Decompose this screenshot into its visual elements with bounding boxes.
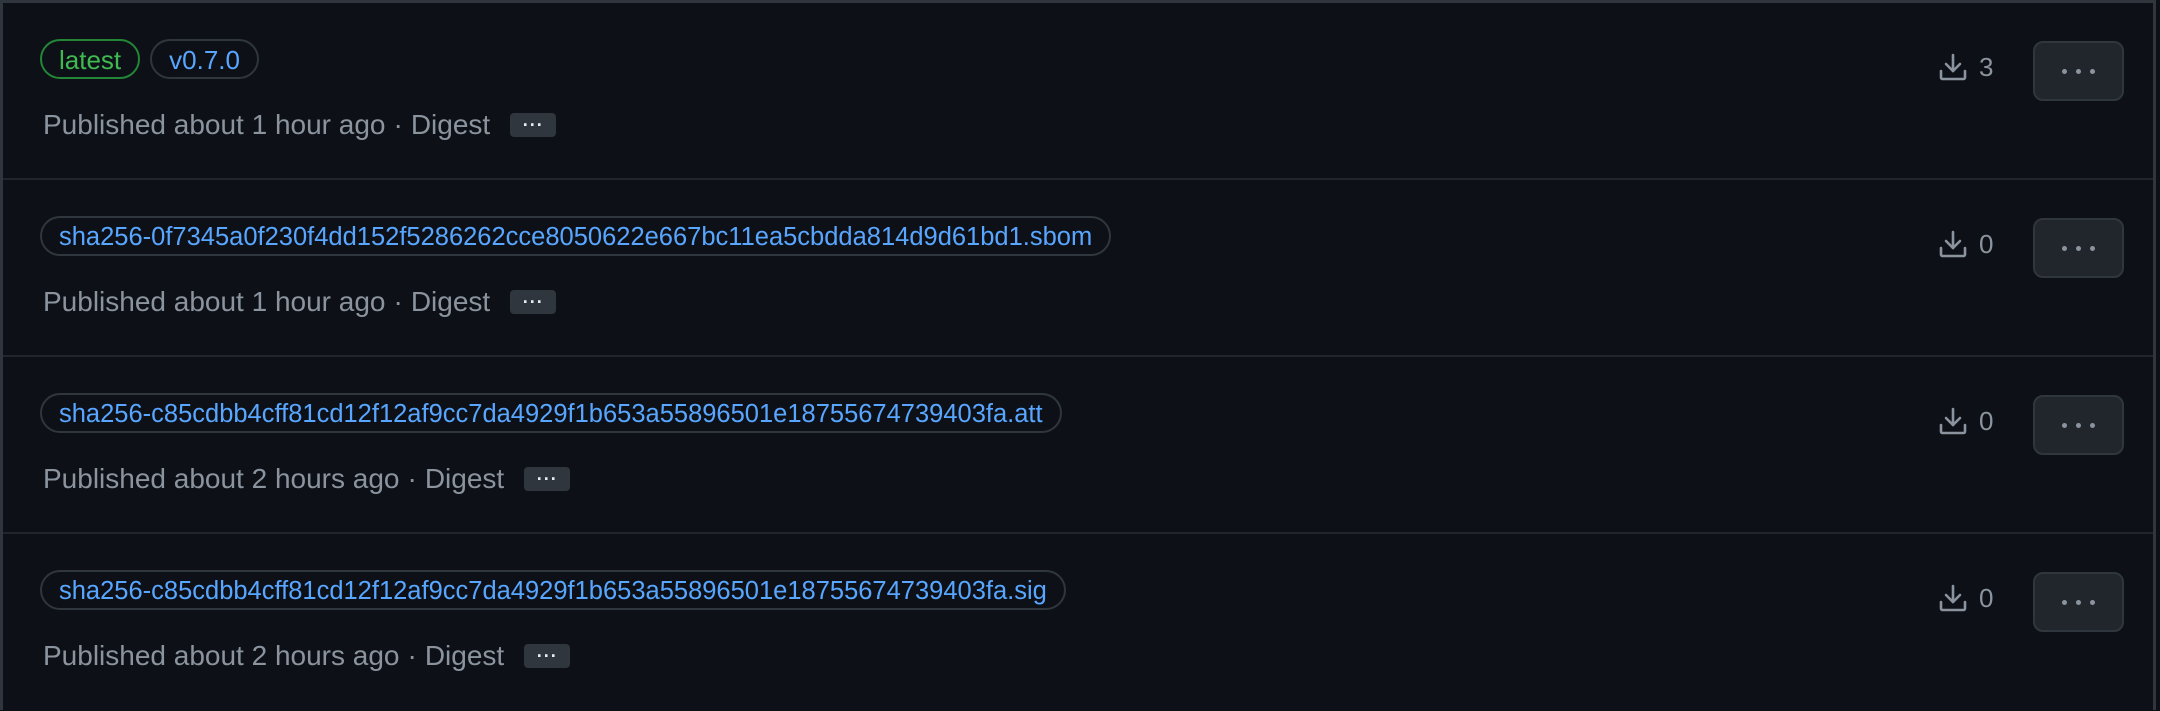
version-tags: latest v0.7.0 (40, 39, 259, 79)
digest-label: Digest (424, 640, 505, 671)
download-count-value: 0 (1979, 405, 1994, 436)
version-row: sha256-c85cdbb4cff81cd12f12af9cc7da4929f… (3, 534, 2153, 711)
download-count: 3 (1937, 51, 1993, 83)
version-meta: Published about 1 hour ago · Digest ··· (43, 286, 557, 318)
download-count-value: 3 (1979, 51, 1994, 82)
package-versions-list: latest v0.7.0 Published about 1 hour ago… (0, 0, 2156, 710)
separator: · (393, 286, 403, 317)
kebab-dot (2076, 245, 2081, 251)
version-row: sha256-c85cdbb4cff81cd12f12af9cc7da4929f… (3, 357, 2153, 534)
version-menu-button[interactable] (2033, 41, 2124, 101)
digest-expand-button[interactable]: ··· (524, 644, 571, 668)
version-meta: Published about 2 hours ago · Digest ··· (43, 463, 571, 495)
kebab-dot (2076, 599, 2081, 605)
kebab-dot (2090, 422, 2095, 428)
download-icon (1939, 584, 1967, 612)
separator: · (407, 640, 417, 671)
version-meta: Published about 2 hours ago · Digest ··· (43, 640, 571, 672)
tag-digest[interactable]: sha256-c85cdbb4cff81cd12f12af9cc7da4929f… (40, 570, 1066, 610)
version-row: sha256-0f7345a0f230f4dd152f5286262cce805… (3, 180, 2153, 357)
published-time: Published about 2 hours ago (43, 640, 400, 671)
tag-version[interactable]: v0.7.0 (150, 39, 259, 79)
version-tags: sha256-0f7345a0f230f4dd152f5286262cce805… (40, 216, 1112, 256)
digest-label: Digest (424, 463, 505, 494)
download-icon (1939, 53, 1967, 81)
download-count: 0 (1937, 228, 1993, 260)
digest-label: Digest (410, 109, 491, 140)
download-count-value: 0 (1979, 582, 1994, 613)
tag-digest[interactable]: sha256-0f7345a0f230f4dd152f5286262cce805… (40, 216, 1112, 256)
digest-label: Digest (410, 286, 491, 317)
tag-digest[interactable]: sha256-c85cdbb4cff81cd12f12af9cc7da4929f… (40, 393, 1062, 433)
kebab-horizontal-icon (2062, 245, 2067, 251)
separator: · (407, 463, 417, 494)
kebab-dot (2090, 68, 2095, 74)
download-icon (1939, 230, 1967, 258)
version-tags: sha256-c85cdbb4cff81cd12f12af9cc7da4929f… (40, 570, 1066, 610)
published-time: Published about 2 hours ago (43, 463, 400, 494)
digest-expand-button[interactable]: ··· (510, 290, 557, 314)
separator: · (393, 109, 403, 140)
download-count: 0 (1937, 582, 1993, 614)
kebab-dot (2076, 68, 2081, 74)
published-time: Published about 1 hour ago (43, 286, 386, 317)
digest-expand-button[interactable]: ··· (510, 113, 557, 137)
kebab-dot (2090, 245, 2095, 251)
version-tags: sha256-c85cdbb4cff81cd12f12af9cc7da4929f… (40, 393, 1062, 433)
download-count-value: 0 (1979, 228, 1994, 259)
digest-expand-button[interactable]: ··· (524, 467, 571, 491)
kebab-dot (2076, 422, 2081, 428)
kebab-horizontal-icon (2062, 599, 2067, 605)
version-row: latest v0.7.0 Published about 1 hour ago… (3, 3, 2153, 180)
version-meta: Published about 1 hour ago · Digest ··· (43, 109, 557, 141)
kebab-horizontal-icon (2062, 422, 2067, 428)
download-count: 0 (1937, 405, 1993, 437)
version-menu-button[interactable] (2033, 218, 2124, 278)
kebab-horizontal-icon (2062, 68, 2067, 74)
version-menu-button[interactable] (2033, 395, 2124, 455)
version-menu-button[interactable] (2033, 572, 2124, 632)
kebab-dot (2090, 599, 2095, 605)
download-icon (1939, 407, 1967, 435)
published-time: Published about 1 hour ago (43, 109, 386, 140)
tag-latest[interactable]: latest (40, 39, 141, 79)
